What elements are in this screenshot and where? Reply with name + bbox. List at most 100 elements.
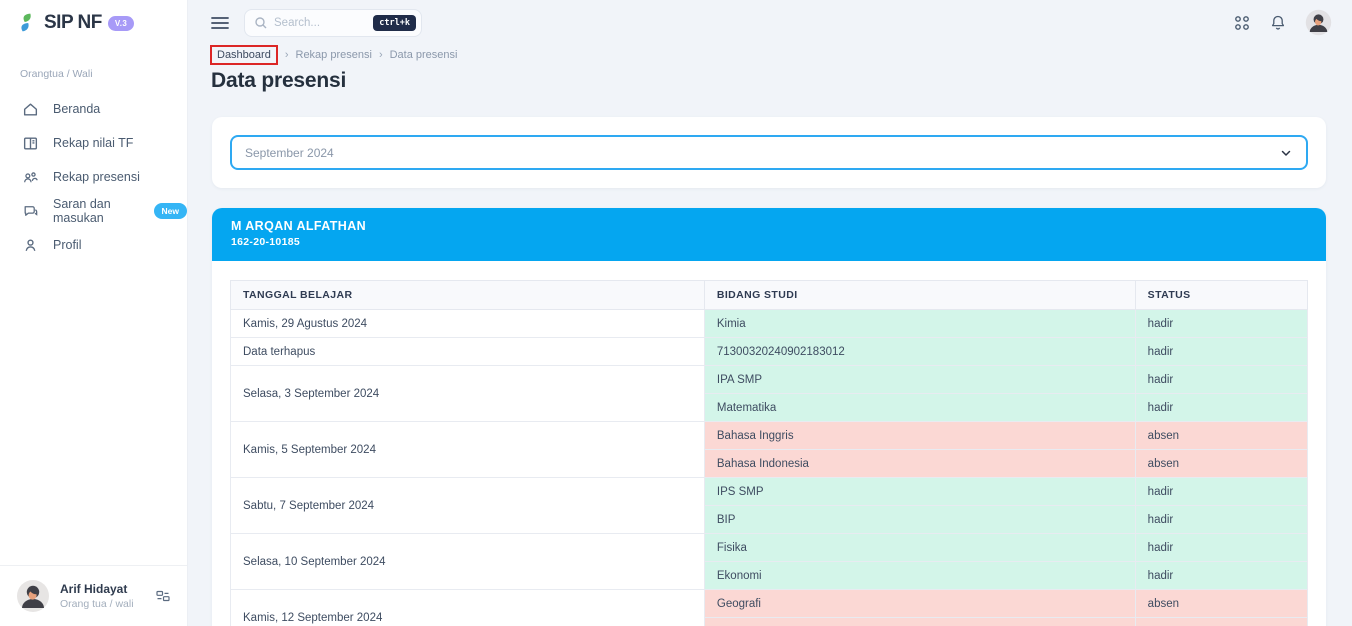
subject-cell: IPS SMP [704,478,1135,506]
subject-cell: Geografi [704,590,1135,618]
topbar-icons [1233,9,1332,36]
status-cell: hadir [1135,534,1307,562]
breadcrumb: Dashboard › Rekap presensi › Data presen… [188,38,1352,65]
subject-cell: Kimia [704,310,1135,338]
leaf-logo-icon [18,12,38,34]
sidebar-item-rekap-presensi[interactable]: Rekap presensi [0,160,187,194]
status-cell: hadir [1135,338,1307,366]
table-row: Data terhapus71300320240902183012hadir [231,338,1308,366]
new-badge: New [154,203,187,219]
chevron-right-icon: › [285,49,289,61]
breadcrumb-item-dashboard[interactable]: Dashboard [210,45,278,65]
topbar: ctrl+k [188,0,1352,38]
sidebar-section-label: Orangtua / Wali [0,34,187,80]
table-row: Kamis, 12 September 2024Geografiabsen [231,590,1308,618]
subject-cell: Bahasa Indonesia [704,450,1135,478]
people-icon [22,169,39,186]
subject-cell: Ekonomi [704,562,1135,590]
user-name: Arif Hidayat [60,582,145,596]
page-title: Data presensi [188,65,1352,93]
presence-table: TANGGAL BELAJAR BIDANG STUDI STATUS Kami… [230,280,1308,626]
status-cell: hadir [1135,310,1307,338]
date-cell: Sabtu, 7 September 2024 [231,478,705,534]
user-avatar[interactable] [16,579,50,613]
table-row: Sabtu, 7 September 2024IPS SMPhadir [231,478,1308,506]
status-cell: absen [1135,422,1307,450]
app-title: SIP NF [44,12,102,34]
sidebar-item-label: Rekap nilai TF [53,136,133,150]
date-cell: Kamis, 5 September 2024 [231,422,705,478]
status-cell: hadir [1135,506,1307,534]
user-role: Orang tua / wali [60,598,145,610]
main-area: ctrl+k [188,0,1352,626]
sidebar-nav: Beranda Rekap nilai TF [0,92,187,262]
student-name: M ARQAN ALFATHAN [231,219,1307,233]
sidebar-item-label: Profil [53,238,81,252]
presence-table-wrap: TANGGAL BELAJAR BIDANG STUDI STATUS Kami… [212,261,1326,626]
month-select[interactable]: September 2024 [230,135,1308,170]
table-row: Selasa, 10 September 2024Fisikahadir [231,534,1308,562]
subject-cell: Bahasa Inggris [704,422,1135,450]
sidebar-item-profil[interactable]: Profil [0,228,187,262]
table-row: Selasa, 3 September 2024IPA SMPhadir [231,366,1308,394]
sidebar-user-footer: Arif Hidayat Orang tua / wali [0,565,187,626]
chat-icon [22,203,39,220]
sidebar-item-label: Rekap presensi [53,170,140,184]
sidebar-item-rekap-nilai-tf[interactable]: Rekap nilai TF [0,126,187,160]
notifications-bell-icon[interactable] [1269,14,1287,32]
account-switch-icon[interactable] [155,588,171,604]
version-badge: V.3 [108,16,134,31]
shortcut-badge: ctrl+k [373,15,416,31]
sidebar-item-label: Beranda [53,102,100,116]
subject-cell: Fisika [704,534,1135,562]
student-header: M ARQAN ALFATHAN 162-20-10185 [212,208,1326,261]
hamburger-menu-icon[interactable] [210,15,230,31]
month-select-value: September 2024 [245,146,334,160]
status-cell: hadir [1135,366,1307,394]
chevron-right-icon: › [379,49,383,61]
search-icon [254,16,268,30]
status-cell: absen [1135,618,1307,626]
search-input[interactable] [274,17,367,29]
sidebar-item-saran-dan-masukan[interactable]: Saran dan masukan New [0,194,187,228]
date-cell: Selasa, 10 September 2024 [231,534,705,590]
date-cell: Kamis, 12 September 2024 [231,590,705,626]
sidebar: SIP NF V.3 Orangtua / Wali Beranda [0,0,188,626]
subject-cell: 71300320240902183012 [704,338,1135,366]
date-cell: Kamis, 29 Agustus 2024 [231,310,705,338]
table-row: Kamis, 5 September 2024Bahasa Inggrisabs… [231,422,1308,450]
breadcrumb-item-rekap-presensi[interactable]: Rekap presensi [296,49,372,61]
subject-cell: Matematika [704,394,1135,422]
presence-table-body: Kamis, 29 Agustus 2024KimiahadirData ter… [231,310,1308,626]
month-filter-card: September 2024 [212,117,1326,188]
user-info: Arif Hidayat Orang tua / wali [60,582,145,610]
table-row: Kamis, 29 Agustus 2024Kimiahadir [231,310,1308,338]
home-icon [22,101,39,118]
table-header-row: TANGGAL BELAJAR BIDANG STUDI STATUS [231,281,1308,310]
app-screen: SIP NF V.3 Orangtua / Wali Beranda [0,0,1352,626]
profile-avatar[interactable] [1305,9,1332,36]
status-cell: hadir [1135,478,1307,506]
search-box[interactable]: ctrl+k [244,9,422,37]
chevron-down-icon [1279,146,1293,160]
date-cell: Selasa, 3 September 2024 [231,366,705,422]
apps-grid-icon[interactable] [1233,14,1251,32]
header-tanggal-belajar: TANGGAL BELAJAR [231,281,705,310]
date-cell: Data terhapus [231,338,705,366]
student-id: 162-20-10185 [231,236,1307,248]
subject-cell: BIP [704,506,1135,534]
subject-cell: Bahasa Inggris [704,618,1135,626]
status-cell: hadir [1135,394,1307,422]
presence-card: M ARQAN ALFATHAN 162-20-10185 TANGGAL BE… [212,208,1326,626]
app-logo: SIP NF V.3 [0,0,187,34]
status-cell: absen [1135,450,1307,478]
breadcrumb-item-data-presensi: Data presensi [390,49,458,61]
book-icon [22,135,39,152]
sidebar-item-label: Saran dan masukan [53,197,124,225]
header-status: STATUS [1135,281,1307,310]
status-cell: hadir [1135,562,1307,590]
header-bidang-studi: BIDANG STUDI [704,281,1135,310]
sidebar-item-beranda[interactable]: Beranda [0,92,187,126]
subject-cell: IPA SMP [704,366,1135,394]
person-icon [22,237,39,254]
